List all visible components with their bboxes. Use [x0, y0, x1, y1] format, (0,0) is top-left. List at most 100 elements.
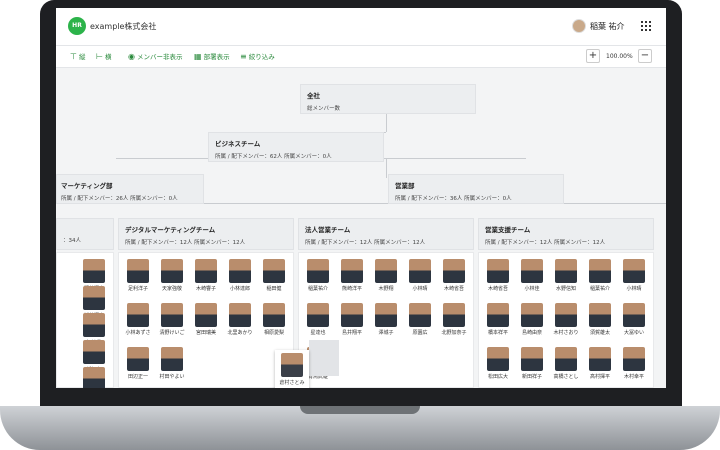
member-photo	[229, 259, 251, 283]
member-card[interactable]: 清野けいご	[157, 303, 187, 336]
app-header: HR example株式会社 稲葉 祐介	[56, 8, 666, 46]
node-sales[interactable]: 営業部 所属 / 配下メンバー：36人 所属メンバー：0人	[388, 174, 564, 204]
member-name: 小林あずさ	[125, 330, 151, 336]
member-card[interactable]: 水野信知	[551, 259, 581, 292]
member-card[interactable]: 熊崎洋平	[337, 259, 367, 292]
member-card[interactable]: 新田祥子	[517, 347, 547, 380]
vertical-layout-button[interactable]: ⊤ 縦	[70, 51, 85, 62]
member-card[interactable]: 小林佳	[517, 259, 547, 292]
member-card[interactable]: 松田広大	[483, 347, 513, 380]
member-photo	[589, 347, 611, 371]
company-name: example株式会社	[90, 22, 157, 31]
member-card[interactable]: 稲田健	[259, 259, 289, 292]
member-photo	[281, 353, 303, 377]
member-card[interactable]: 高橋さとし	[551, 347, 581, 380]
user-menu[interactable]: 稲葉 祐介	[572, 19, 625, 33]
member-card[interactable]: 足利洋子	[123, 259, 153, 292]
user-name: 稲葉 祐介	[590, 21, 625, 31]
member-photo	[589, 303, 611, 327]
member-card[interactable]: 北野加奈子	[439, 303, 469, 336]
building-icon: ▦	[194, 51, 202, 61]
horizontal-layout-button[interactable]: ⊢ 横	[96, 51, 111, 62]
member-card[interactable]: 木村さおり	[551, 303, 581, 336]
node-business[interactable]: ビジネスチーム 所属 / 配下メンバー：62人 所属メンバー：0人	[208, 132, 384, 162]
dragging-member-card[interactable]: 倉村さとみ	[275, 350, 309, 388]
member-card[interactable]: 小林あずさ	[123, 303, 153, 336]
member-photo	[555, 347, 577, 371]
member-name: 澤城子	[378, 330, 394, 336]
member-name: 村田やよい	[159, 374, 185, 380]
member-card[interactable]: 村田やよい	[157, 347, 187, 380]
member-card[interactable]: 木村幸平	[619, 347, 649, 380]
members-digital: 足利洋子 天家強敬 木崎響子 小林達郎 稲田健小林あずさ 清野けいご 宮田瑞美 北里あかり 相原…	[118, 252, 294, 388]
member-name: 清野けいご	[159, 330, 185, 336]
member-card[interactable]: 稲葉祐介	[303, 259, 333, 292]
node-corporate[interactable]: 法人営業チーム 所属 / 配下メンバー：12人 所属メンバー：12人	[298, 218, 474, 250]
member-card[interactable]: 木崎省吾	[483, 259, 513, 292]
member-name: 島崎由奈	[521, 330, 542, 336]
member-card[interactable]: 須賀雄太	[585, 303, 615, 336]
member-card[interactable]: 原園広	[405, 303, 435, 336]
member-card[interactable]: 田辺正一	[123, 347, 153, 380]
hide-members-button[interactable]: ◉ メンバー非表示	[128, 51, 182, 62]
zoom-in-button[interactable]: +	[586, 49, 600, 63]
member-card[interactable]: 大冨ゆい	[619, 303, 649, 336]
node-left-cut[interactable]: ：34人	[56, 218, 114, 250]
member-name: 島井翔平	[341, 330, 362, 336]
member-photo	[487, 303, 509, 327]
member-card[interactable]: 相原愛梨	[259, 303, 289, 336]
member-photo	[409, 259, 431, 283]
node-support[interactable]: 営業支援チーム 所属 / 配下メンバー：12人 所属メンバー：12人	[478, 218, 654, 250]
member-photo	[443, 259, 465, 283]
member-card[interactable]: 木野翔	[371, 259, 401, 292]
member-photo	[83, 367, 105, 388]
filter-icon: ≡	[240, 51, 247, 61]
member-card[interactable]: 天家強敬	[157, 259, 187, 292]
member-photo	[161, 303, 183, 327]
member-photo	[341, 259, 363, 283]
member-photo	[623, 303, 645, 327]
node-marketing[interactable]: マーケティング部 所属 / 配下メンバー：26人 所属メンバー：0人	[56, 174, 204, 204]
member-photo	[555, 303, 577, 327]
member-card[interactable]: 小林達郎	[225, 259, 255, 292]
connector	[386, 158, 387, 178]
members-left: 野井翔太坂井翔太江崎昌新妃久米田翔子	[56, 252, 114, 388]
member-photo	[161, 347, 183, 371]
member-card[interactable]: 高村揮平	[585, 347, 615, 380]
member-photo	[521, 303, 543, 327]
member-name: 小林佳	[524, 286, 540, 292]
member-photo	[229, 303, 251, 327]
member-card[interactable]: 橋本祥平	[483, 303, 513, 336]
member-name: 木村さおり	[553, 330, 579, 336]
org-chart-canvas[interactable]: 全社 総メンバー数 ビジネスチーム 所属 / 配下メンバー：62人 所属メンバー…	[56, 68, 666, 388]
member-card[interactable]: 木崎響子	[191, 259, 221, 292]
member-card[interactable]: 島井翔平	[337, 303, 367, 336]
member-card[interactable]: 木崎省吾	[439, 259, 469, 292]
member-card[interactable]: 宮田瑞美	[191, 303, 221, 336]
node-digital[interactable]: デジタルマーケティングチーム 所属 / 配下メンバー：12人 所属メンバー：12…	[118, 218, 294, 250]
app-logo[interactable]: HR	[68, 17, 86, 35]
app-grid-icon[interactable]	[641, 21, 651, 31]
member-photo	[623, 347, 645, 371]
member-card[interactable]: 星達也	[303, 303, 333, 336]
member-card[interactable]: 米田翔子	[79, 367, 109, 388]
node-root[interactable]: 全社 総メンバー数	[300, 84, 476, 114]
member-name: 原園広	[412, 330, 428, 336]
member-photo	[623, 259, 645, 283]
zoom-out-button[interactable]: −	[638, 49, 652, 63]
member-name: 橋本祥平	[487, 330, 508, 336]
member-name: 星達也	[310, 330, 326, 336]
member-card[interactable]: 澤城子	[371, 303, 401, 336]
filter-button[interactable]: ≡ 絞り込み	[240, 51, 275, 62]
member-name: 水野信知	[555, 286, 576, 292]
member-card[interactable]: 北里あかり	[225, 303, 255, 336]
member-card[interactable]: 島崎由奈	[517, 303, 547, 336]
member-card[interactable]: 小林晴	[619, 259, 649, 292]
laptop-frame: HR example株式会社 稲葉 祐介 ⊤ 縦 ⊢ 横 ◉ メンバー非表示 ▦ 部署表…	[40, 0, 682, 418]
member-photo	[161, 259, 183, 283]
member-name: 松田広大	[487, 374, 508, 380]
member-card[interactable]: 稲葉祐介	[585, 259, 615, 292]
member-card[interactable]: 小林晴	[405, 259, 435, 292]
show-dept-button[interactable]: ▦ 部署表示	[194, 51, 230, 62]
member-name: 木崎省吾	[443, 286, 464, 292]
